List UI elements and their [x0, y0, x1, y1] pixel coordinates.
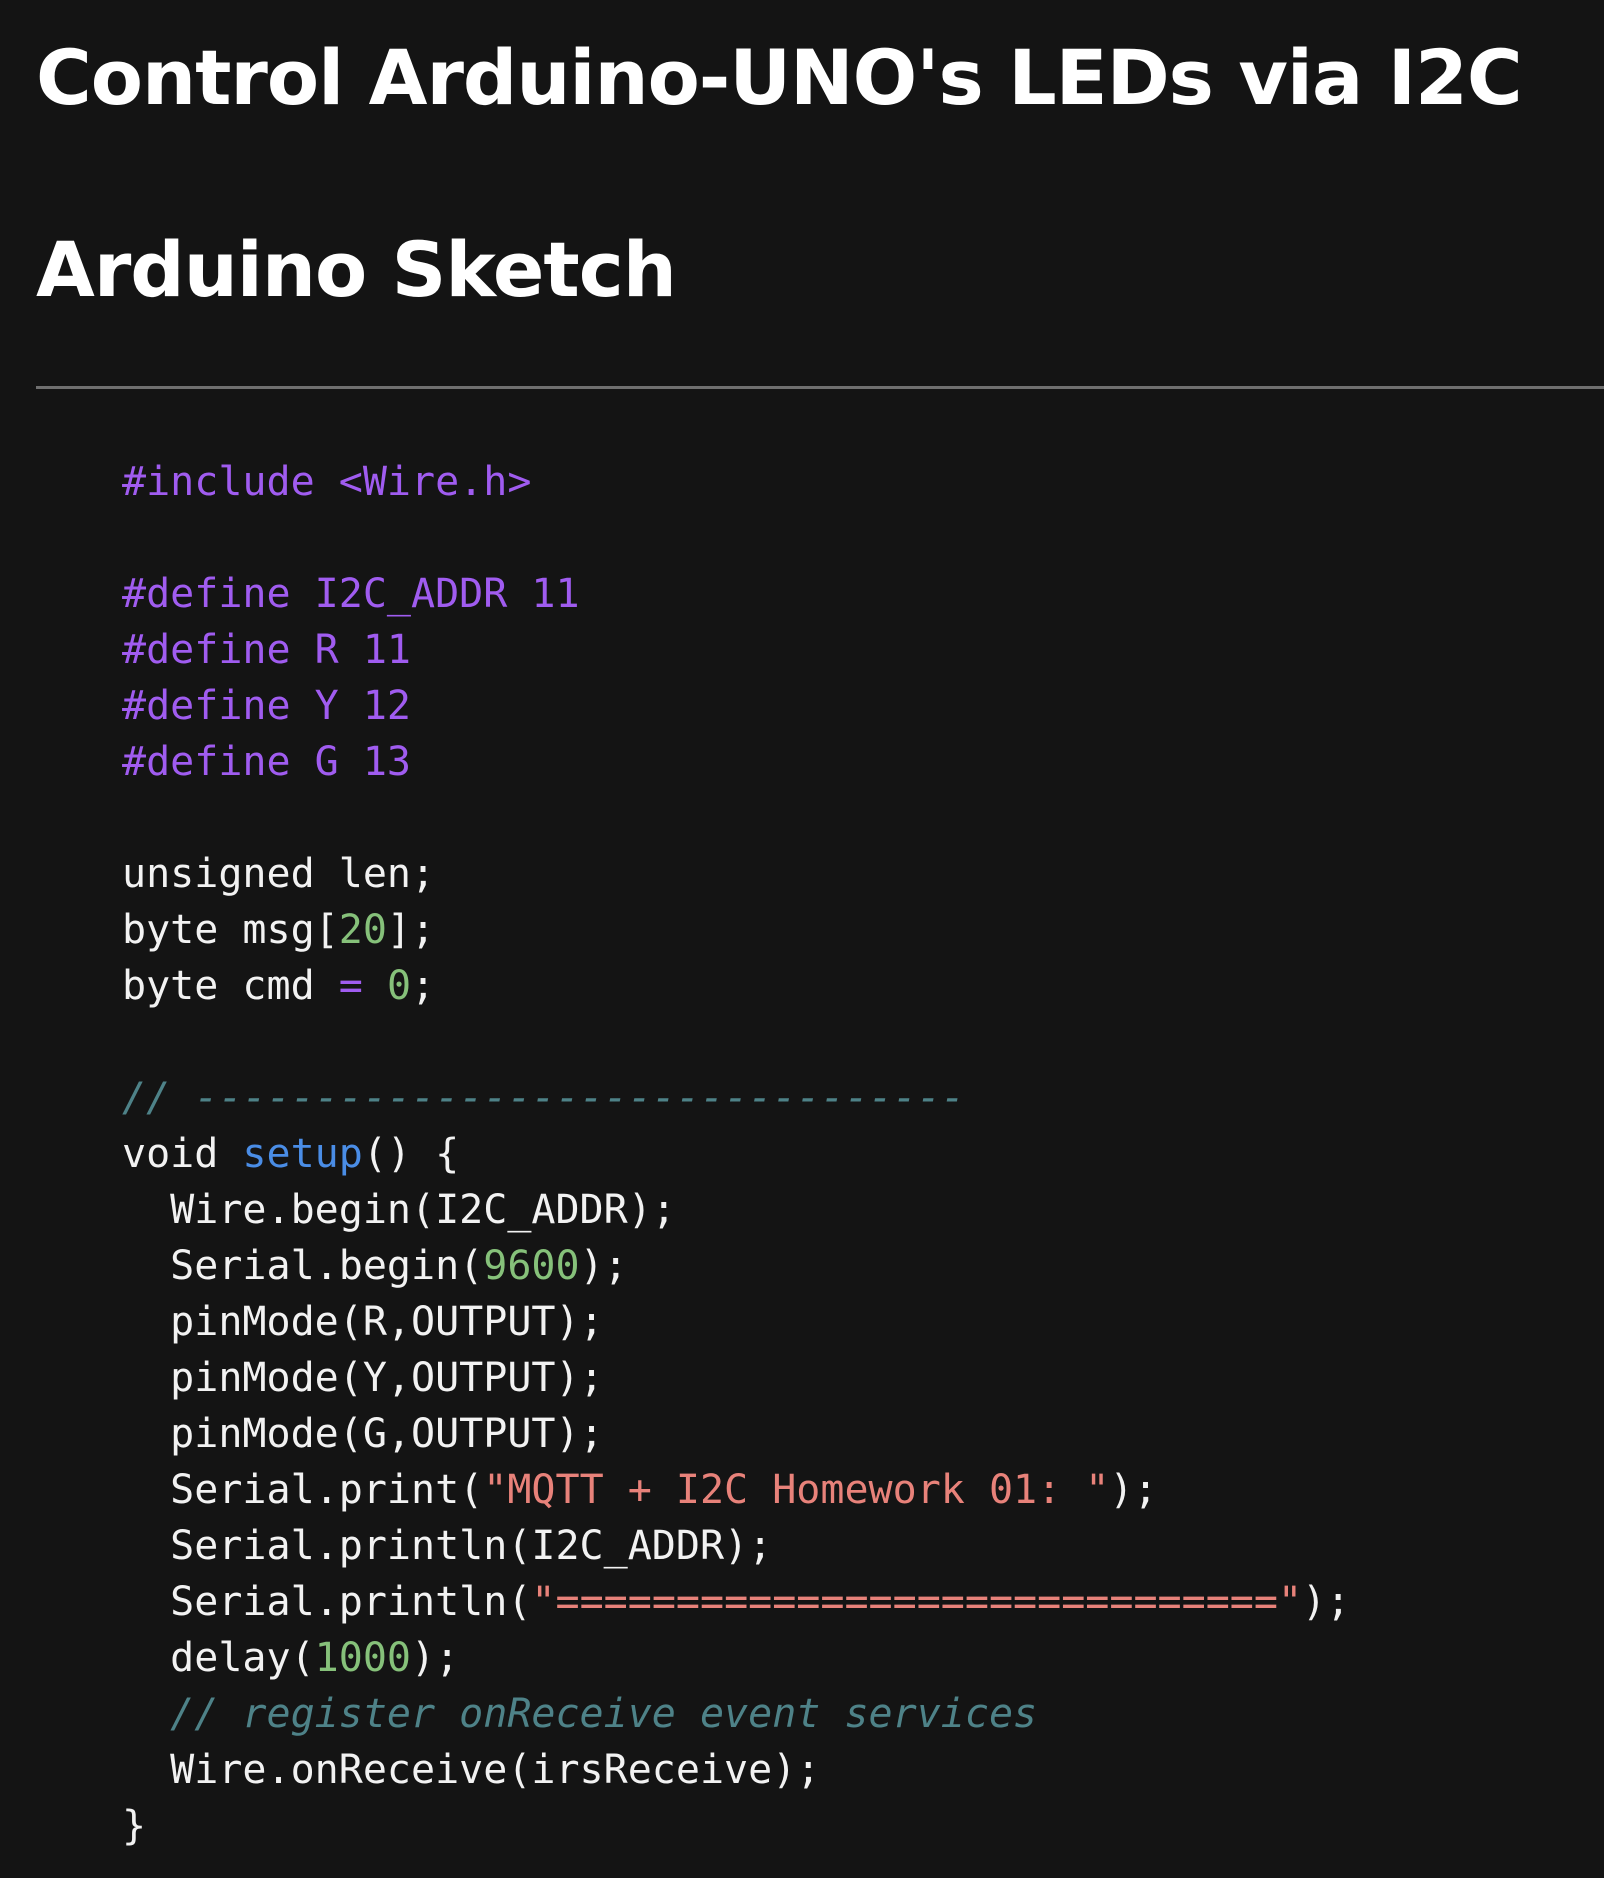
decl-len: unsigned len;: [122, 851, 436, 897]
define-g: #define G 13: [122, 739, 411, 785]
on-receive: Wire.onReceive(irsReceive);: [122, 1747, 821, 1793]
separator-string: "==============================": [531, 1579, 1303, 1625]
horizontal-rule: [36, 386, 1604, 389]
divider-comment: // --------------------------------: [122, 1075, 965, 1121]
delay-end: );: [410, 1635, 460, 1681]
close-brace: }: [122, 1803, 147, 1849]
pinmode-r: pinMode(R,OUTPUT);: [122, 1299, 604, 1345]
code-line-define: #define R 11: [122, 622, 1350, 678]
code-line-pinmode: pinMode(Y,OUTPUT);: [122, 1350, 1350, 1406]
serial-begin-text: Serial.begin(: [122, 1243, 484, 1289]
delay-value: 1000: [314, 1635, 411, 1681]
code-line-close-brace: }: [122, 1798, 1350, 1854]
code-line-decl-cmd: byte cmd = 0;: [122, 958, 1350, 1014]
code-line-include: #include <Wire.h>: [122, 454, 1350, 510]
code-line-define: #define G 13: [122, 734, 1350, 790]
pinmode-g: pinMode(G,OUTPUT);: [122, 1411, 604, 1457]
println-addr: Serial.println(I2C_ADDR);: [122, 1523, 773, 1569]
code-line-println-addr: Serial.println(I2C_ADDR);: [122, 1518, 1350, 1574]
code-line-divider: // --------------------------------: [122, 1070, 1350, 1126]
code-line-pinmode: pinMode(G,OUTPUT);: [122, 1406, 1350, 1462]
code-line-pinmode: pinMode(R,OUTPUT);: [122, 1294, 1350, 1350]
setup-signature-rest: () {: [362, 1131, 460, 1177]
decl-cmd-value: 0: [386, 963, 412, 1009]
define-r: #define R 11: [122, 627, 411, 673]
define-i2c-addr: #define I2C_ADDR 11: [122, 571, 580, 617]
define-y: #define Y 12: [122, 683, 411, 729]
decl-cmd-end: ;: [411, 963, 436, 1009]
include-directive: #include <Wire.h>: [122, 459, 532, 505]
delay-text: delay(: [122, 1635, 315, 1681]
decl-cmd-text: byte cmd: [122, 963, 339, 1009]
setup-function-name: setup: [242, 1131, 363, 1177]
code-line-on-receive: Wire.onReceive(irsReceive);: [122, 1742, 1350, 1798]
assign-operator: =: [338, 963, 363, 1009]
serial-print-text: Serial.print(: [122, 1467, 484, 1513]
page-title: Control Arduino-UNO's LEDs via I2C: [36, 33, 1523, 122]
code-block: #include <Wire.h> #define I2C_ADDR 11 #def…: [122, 454, 1350, 1854]
register-comment: // register onReceive event services: [122, 1691, 1038, 1737]
code-line-define: #define Y 12: [122, 678, 1350, 734]
code-line-define: #define I2C_ADDR 11: [122, 566, 1350, 622]
code-line-decl-len: unsigned len;: [122, 846, 1350, 902]
println-separator-text: Serial.println(: [122, 1579, 532, 1625]
code-line-register-comment: // register onReceive event services: [122, 1686, 1350, 1742]
decl-msg-size: 20: [338, 907, 387, 953]
pinmode-y: pinMode(Y,OUTPUT);: [122, 1355, 604, 1401]
code-line-delay: delay(1000);: [122, 1630, 1350, 1686]
section-heading: Arduino Sketch: [36, 225, 677, 314]
void-keyword: void: [122, 1131, 243, 1177]
code-line-serial-print: Serial.print("MQTT + I2C Homework 01: ")…: [122, 1462, 1350, 1518]
code-line-setup-signature: void setup() {: [122, 1126, 1350, 1182]
decl-msg-text: byte msg[: [122, 907, 339, 953]
baud-rate: 9600: [483, 1243, 580, 1289]
code-line-decl-msg: byte msg[20];: [122, 902, 1350, 958]
decl-msg-end: ];: [386, 907, 436, 953]
code-line-wire-begin: Wire.begin(I2C_ADDR);: [122, 1182, 1350, 1238]
code-line-println-separator: Serial.println("========================…: [122, 1574, 1350, 1630]
println-separator-end: );: [1302, 1579, 1351, 1625]
homework-string: "MQTT + I2C Homework 01: ": [483, 1467, 1110, 1513]
code-line-serial-begin: Serial.begin(9600);: [122, 1238, 1350, 1294]
wire-begin: Wire.begin(I2C_ADDR);: [122, 1187, 676, 1233]
serial-print-end: );: [1109, 1467, 1158, 1513]
serial-begin-end: );: [579, 1243, 628, 1289]
